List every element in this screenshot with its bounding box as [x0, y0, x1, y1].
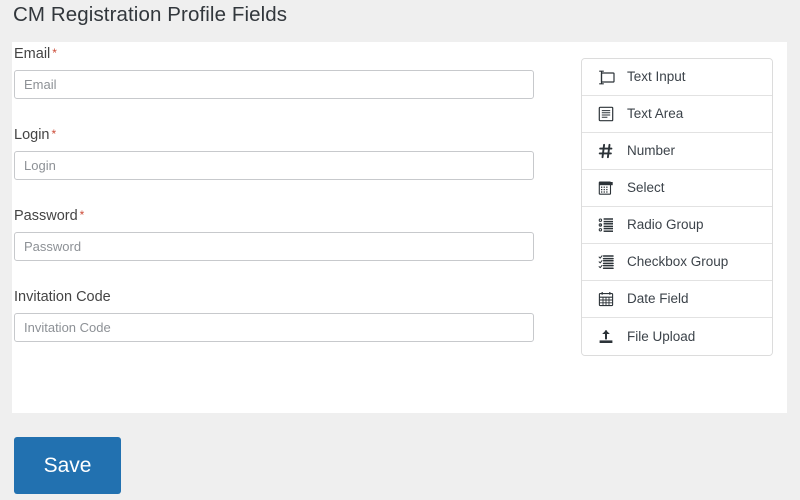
select-dropdown-icon [596, 178, 616, 198]
field-type-date-field[interactable]: Date Field [582, 281, 772, 318]
file-upload-icon [596, 327, 616, 347]
field-type-label: Text Input [627, 69, 686, 84]
field-type-label: Number [627, 143, 676, 158]
email-input[interactable] [14, 70, 534, 99]
text-area-icon [596, 104, 616, 124]
field-type-label: Radio Group [627, 217, 704, 232]
field-type-number[interactable]: Number [582, 133, 772, 170]
field-label-email-text: Email [14, 46, 51, 62]
field-type-label: Checkbox Group [627, 254, 729, 269]
page-title: CM Registration Profile Fields [13, 3, 288, 26]
required-asterisk-password: * [79, 208, 85, 222]
field-label-password: Password * [14, 206, 548, 225]
field-group-login: Login * [14, 125, 548, 180]
profile-fields-form: Email* Login* Password* Invitation Code [14, 44, 548, 342]
field-types-panel: Text Input Text Area Number Select Radio… [581, 58, 773, 356]
field-type-file-upload[interactable]: File Upload [582, 318, 772, 355]
required-asterisk-login: * [51, 127, 57, 141]
invitation-code-input[interactable] [14, 313, 534, 342]
field-type-checkbox-group[interactable]: Checkbox Group [582, 244, 772, 281]
field-label-password-text: Password [14, 208, 78, 224]
field-type-label: Text Area [627, 106, 684, 121]
field-label-invitation-code: Invitation Code [14, 287, 548, 306]
field-group-password: Password * [14, 206, 548, 261]
checkbox-group-icon [596, 252, 616, 272]
field-type-select[interactable]: Select [582, 170, 772, 207]
password-input[interactable] [14, 232, 534, 261]
field-label-email: Email * [14, 44, 548, 63]
field-type-radio-group[interactable]: Radio Group [582, 207, 772, 244]
field-label-login: Login * [14, 125, 548, 144]
radio-group-icon [596, 215, 616, 235]
field-type-text-area[interactable]: Text Area [582, 96, 772, 133]
text-input-icon [596, 67, 616, 87]
field-type-text-input[interactable]: Text Input [582, 59, 772, 96]
number-hash-icon [596, 141, 616, 161]
calendar-icon [596, 289, 616, 309]
field-group-email: Email * [14, 44, 548, 99]
required-asterisk-email: * [52, 46, 57, 60]
save-button[interactable]: Save [14, 437, 121, 494]
field-label-login-text: Login [14, 127, 50, 143]
field-type-label: File Upload [627, 328, 696, 344]
field-type-label: Select [627, 180, 665, 195]
field-group-invitation-code: Invitation Code [14, 287, 548, 342]
login-input[interactable] [14, 151, 534, 180]
field-type-label: Date Field [627, 291, 689, 306]
field-label-invitation-code-text: Invitation Code [14, 289, 111, 305]
